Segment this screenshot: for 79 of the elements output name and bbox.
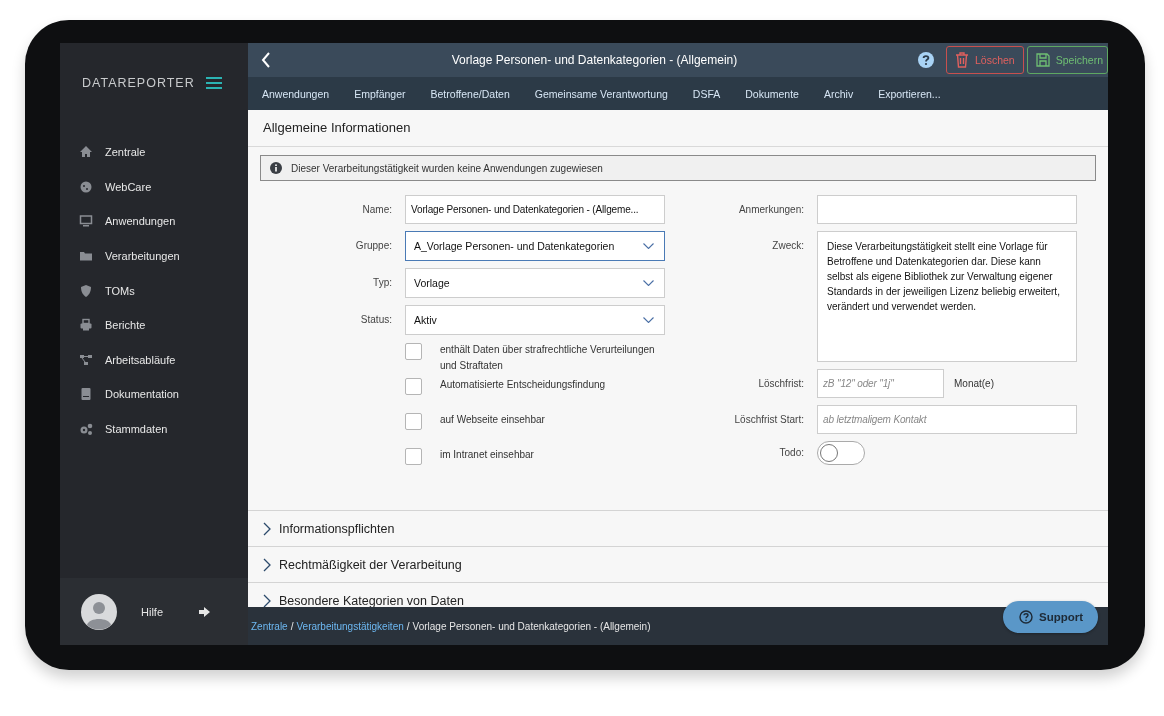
tab[interactable]: Betroffene/Daten [430,87,510,100]
sidebar-item[interactable]: Zentrale [60,135,248,170]
breadcrumb-current: Vorlage Personen- und Datenkategorien - (Allgemein) [412,620,651,632]
checkbox-label: enthält Daten über strafrechtliche Verurteilungen und Straftaten [440,343,656,373]
logout-icon [199,606,211,617]
breadcrumb-link[interactable]: Verarbeitungstätigkeiten [296,620,404,632]
sidebar-item[interactable]: Anwendungen [60,204,248,239]
help-icon [918,52,934,68]
field-label: Löschfrist Start: [733,413,804,425]
support-button[interactable]: Support [1003,601,1099,633]
input-field[interactable] [817,195,1077,224]
chevron-down-icon [643,280,654,286]
info-icon [270,162,282,174]
checkbox[interactable] [405,413,422,430]
logo: DATAREPORTER [82,76,195,90]
shield-icon [79,283,93,298]
back-icon [261,52,271,68]
toggle-switch[interactable] [817,441,865,465]
sidebar-item[interactable]: TOMs [60,273,248,308]
checkbox-label: auf Webseite einsehbar [440,413,546,427]
sidebar-item[interactable]: WebCare [60,169,248,205]
sidebar-item[interactable]: Berichte [60,307,248,343]
chevron-down-icon [643,243,654,249]
input-field[interactable]: Vorlage Personen- und Datenkategorien - (Allgeme... [405,195,665,224]
field-label: Gruppe: [354,239,392,251]
tab[interactable]: Gemeinsame Verantwortung [534,87,668,100]
breadcrumb-link[interactable]: Zentrale [251,620,288,632]
cookie-icon [79,179,93,194]
flowchart-icon [79,352,93,367]
field-label: Typ: [372,276,392,288]
dropdown[interactable]: Vorlage [405,268,665,298]
help-link[interactable]: Hilfe [141,605,163,618]
tab[interactable]: Archiv [823,87,854,100]
field-label: Zweck: [771,239,804,251]
page-title: Vorlage Personen- und Datenkategorien - (Allgemein) [450,53,739,67]
text-area[interactable]: Diese Verarbeitungstätigkeit stellt eine Vorlage für Betroffene und Datenkategorien dar. Diese kann selbst als eigene Bibliothek zur Verwaltung eigener Standards in der jeweiligen Lizenz beliebig erweitert, verändert und verwendet werden. [817,231,1077,362]
unit-label: Monat(e) [954,378,994,389]
tab[interactable]: DSFA [692,87,721,100]
breadcrumb-separator: / [290,620,294,632]
breadcrumb-separator: / [406,620,410,632]
field-label: Todo: [778,446,804,458]
chevron-right-icon [263,557,271,572]
avatar [81,593,117,630]
field-label: Anmerkungen: [737,203,804,215]
tab[interactable]: Exportieren... [878,87,941,100]
field-label: Löschfrist: [757,377,804,389]
folder-icon [79,249,93,264]
input-field[interactable]: ab letztmaligem Kontakt [817,405,1077,434]
monitor-icon [79,214,93,229]
checkbox-label: Automatisierte Entscheidungsfindung [440,378,607,392]
printer-icon [79,318,93,333]
checkbox[interactable] [405,343,422,360]
menu-icon [206,77,222,89]
chevron-right-icon [263,593,271,607]
sidebar-item[interactable]: Arbeitsabläufe [60,342,248,378]
checkbox-label: im Intranet einsehbar [440,448,535,462]
gears-icon [79,422,93,437]
dropdown[interactable]: Aktiv [405,305,665,335]
trash-icon [955,52,969,68]
save-button[interactable]: Speichern [1026,46,1108,74]
field-label: Name: [361,203,392,215]
book-icon [79,387,93,402]
sidebar-item[interactable]: Dokumentation [60,377,248,412]
home-icon [79,145,93,160]
tab[interactable]: Dokumente [745,87,799,100]
input-field[interactable]: zB "12" oder "1j" [817,369,944,398]
checkbox[interactable] [405,378,422,395]
chevron-right-icon [263,521,271,536]
help-icon [1019,610,1033,624]
tab[interactable]: Anwendungen [262,87,330,100]
tab[interactable]: Empfänger [354,87,406,100]
help-button[interactable] [918,52,934,68]
info-text: Dieser Verarbeitungstätigkeit wurden keine Anwendungen zugewiesen [291,162,603,174]
checkbox[interactable] [405,448,422,465]
dropdown[interactable]: A_Vorlage Personen- und Datenkategorien [405,231,665,261]
field-label: Status: [359,313,392,325]
chevron-down-icon [643,317,654,323]
sidebar-item[interactable]: Verarbeitungen [60,238,248,274]
sidebar-item[interactable]: Stammdaten [60,411,248,447]
